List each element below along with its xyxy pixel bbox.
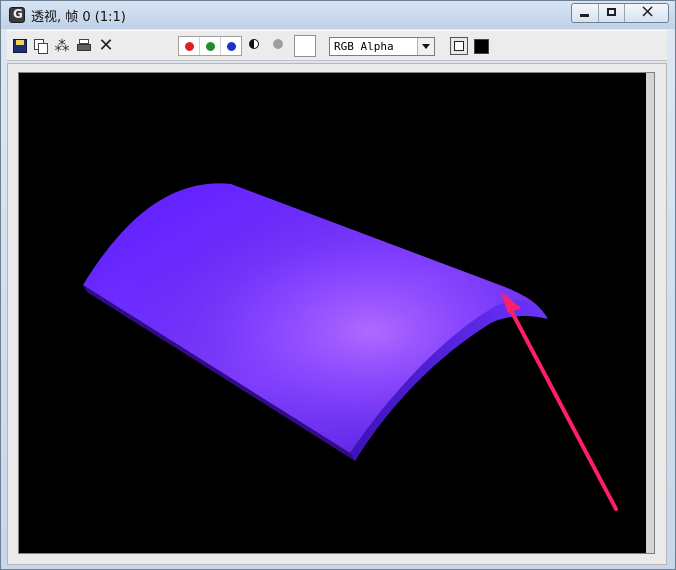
rendered-frame-window: 透视, 帧 0 (1:1) × ⁂ ✕ <box>0 0 676 570</box>
red-dot-icon <box>185 42 194 51</box>
caption-buttons: × <box>571 3 669 23</box>
print-icon-base <box>77 44 91 51</box>
minimize-button[interactable] <box>572 4 598 22</box>
frame-toolbar: ⁂ ✕ RGB Alpha <box>7 30 667 61</box>
green-channel-button[interactable] <box>200 37 221 55</box>
color-swatch[interactable] <box>294 35 316 57</box>
window-title: 透视, 帧 0 (1:1) <box>31 10 126 25</box>
chevron-down-icon <box>417 38 434 55</box>
right-edge-scrollbar[interactable] <box>646 73 654 553</box>
annotation-arrow-shaft <box>503 297 618 511</box>
maximize-icon <box>607 8 616 16</box>
title-bar[interactable]: 透视, 帧 0 (1:1) × <box>1 1 675 29</box>
monochrome-icon[interactable] <box>249 39 259 49</box>
maximize-button[interactable] <box>598 4 624 22</box>
copy-icon-sheet-2 <box>38 43 48 54</box>
channel-buttons <box>178 36 242 56</box>
clear-icon[interactable]: ✕ <box>98 37 114 55</box>
render-svg <box>83 183 618 511</box>
close-icon: × <box>640 3 656 22</box>
black-swatch[interactable] <box>474 39 489 54</box>
minimize-icon <box>580 14 589 17</box>
channel-select[interactable]: RGB Alpha <box>329 37 435 56</box>
red-channel-button[interactable] <box>179 37 200 55</box>
gray-dot-icon[interactable] <box>273 39 283 49</box>
blue-channel-button[interactable] <box>221 37 241 55</box>
clone-icon[interactable]: ⁂ <box>54 38 70 54</box>
green-dot-icon <box>206 42 215 51</box>
render-canvas <box>18 72 655 554</box>
frame-view-button[interactable] <box>450 37 468 55</box>
close-button[interactable]: × <box>624 4 668 22</box>
blue-dot-icon <box>227 42 236 51</box>
save-icon[interactable] <box>12 38 28 54</box>
copy-icon[interactable] <box>33 38 49 54</box>
save-icon-label <box>16 40 24 45</box>
print-icon[interactable] <box>76 38 92 54</box>
render-viewport-panel <box>7 63 667 565</box>
app-icon <box>9 7 25 23</box>
channel-select-value: RGB Alpha <box>334 40 394 53</box>
